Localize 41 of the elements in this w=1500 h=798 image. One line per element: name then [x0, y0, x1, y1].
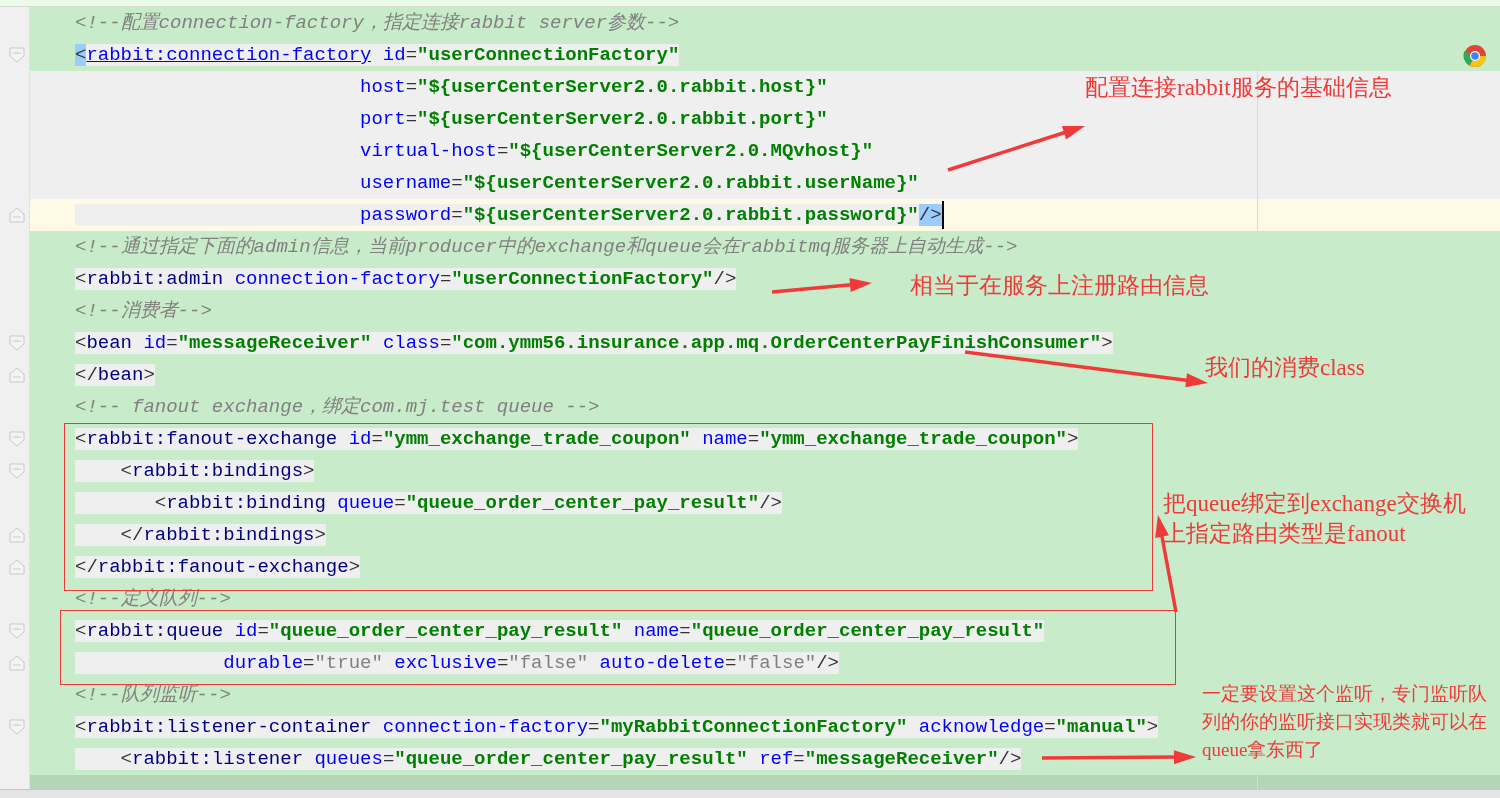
text-cursor [941, 201, 944, 229]
code-line: <!--通过指定下面的admin信息，当前producer中的exchange和queue会在rabbitmq服务器上自动生成--> [75, 235, 1018, 260]
fold-icon[interactable] [9, 431, 25, 447]
code-line: durable="true" exclusive="false" auto-delete="false"/> [75, 649, 839, 677]
code-line: <rabbit:queue id="queue_order_center_pay_result" name="queue_order_center_pay_result" [75, 619, 1045, 644]
annotation-text: 一定要设置这个监听，专门监听队列的你的监听接口实现类就可以在queue拿东西了 [1202, 682, 1488, 762]
code-line: <!--队列监听--> [75, 683, 231, 708]
fold-icon[interactable] [9, 335, 25, 351]
code-line: <bean id="messageReceiver" class="com.ymm56.insurance.app.mq.OrderCenterPayFinishConsumer"> [75, 331, 1113, 356]
code-line: </bean> [75, 363, 155, 388]
fold-icon[interactable] [9, 207, 25, 223]
code-line: </rabbit:fanout-exchange> [75, 555, 361, 580]
code-line: <rabbit:admin connection-factory="userConnectionFactory"/> [75, 267, 737, 292]
code-line: <!--消费者--> [75, 299, 212, 324]
fold-icon[interactable] [9, 47, 25, 63]
annotation-text: 相当于在服务上注册路由信息 [910, 272, 1209, 300]
fold-icon[interactable] [9, 623, 25, 639]
code-line: <rabbit:listener-container connection-factory="myRabbitConnectionFactory" acknowledge="manual"> [75, 715, 1159, 740]
code-line: <rabbit:connection-factory id="userConnectionFactory" [75, 43, 680, 68]
code-line: port="${userCenterServer2.0.rabbit.port}" [75, 105, 828, 133]
code-line: <rabbit:listener queues="queue_order_center_pay_result" ref="messageReceiver"/> [75, 745, 1022, 773]
code-line: username="${userCenterServer2.0.rabbit.userName}" [75, 169, 919, 197]
fold-icon[interactable] [9, 463, 25, 479]
fold-icon[interactable] [9, 719, 25, 735]
code-line: <rabbit:bindings> [75, 457, 315, 485]
code-line: password="${userCenterServer2.0.rabbit.password}"/> [75, 201, 942, 229]
code-line: </rabbit:bindings> [75, 521, 326, 549]
browser-icon[interactable] [1463, 44, 1487, 68]
annotation-text: 配置连接rabbit服务的基础信息 [1085, 74, 1392, 102]
code-line: <!--配置connection-factory，指定连接rabbit server参数--> [75, 11, 680, 36]
code-line: <rabbit:fanout-exchange id="ymm_exchange_trade_coupon" name="ymm_exchange_trade_coupon"> [75, 427, 1079, 452]
code-line: host="${userCenterServer2.0.rabbit.host}" [75, 73, 828, 101]
annotation-text: 把queue绑定到exchange交换机上指定路由类型是fanout [1163, 490, 1467, 548]
fold-icon[interactable] [9, 527, 25, 543]
code-line: <!-- fanout exchange，绑定com.mj.test queue --> [75, 395, 600, 420]
code-line: virtual-host="${userCenterServer2.0.MQvhost}" [75, 137, 874, 165]
fold-icon[interactable] [9, 367, 25, 383]
code-line: <rabbit:binding queue="queue_order_center_pay_result"/> [75, 489, 782, 517]
fold-icon[interactable] [9, 559, 25, 575]
fold-icon[interactable] [9, 655, 25, 671]
annotation-text: 我们的消费class [1205, 354, 1365, 382]
